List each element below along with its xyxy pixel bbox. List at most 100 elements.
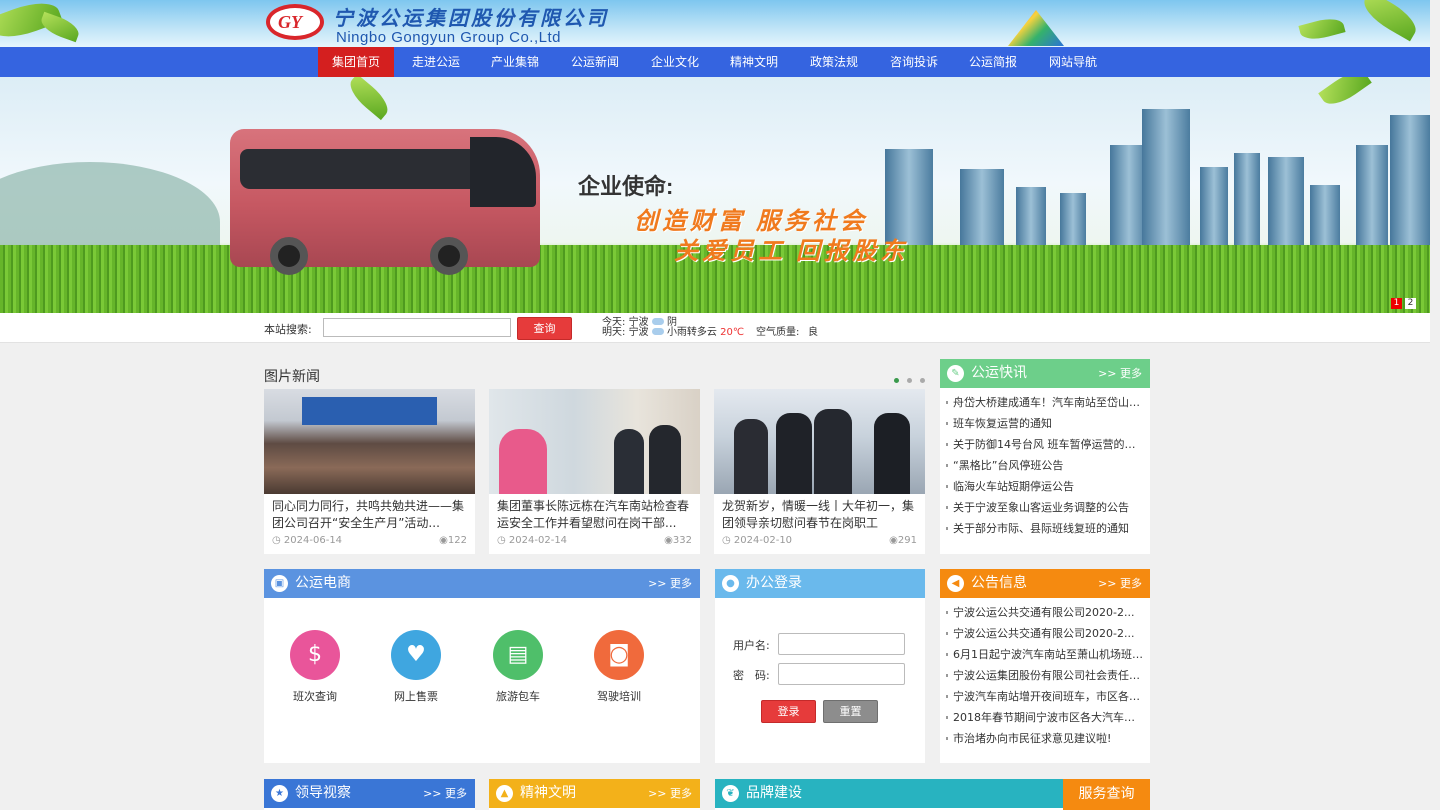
spirit-header: ▲ 精神文明 >> 更多	[489, 779, 700, 808]
weather-tomorrow-label: 明天:	[602, 327, 626, 338]
online-ticket-button[interactable]: ♥ 网上售票	[381, 630, 451, 704]
news-photo-meeting[interactable]	[264, 389, 475, 494]
photo-news-card[interactable]: 同心同力同行，共鸣共勉共进——集团公司召开“安全生产月”活动... ◷ 2024…	[264, 389, 475, 554]
notice-title: 公告信息	[971, 575, 1027, 591]
leaf-icon: ❦	[722, 785, 739, 802]
more-link[interactable]: >> 更多	[423, 779, 467, 808]
air-quality-value: 良	[808, 327, 818, 338]
brand-panel: ❦ 品牌建设	[715, 779, 1063, 810]
list-item[interactable]: 班车恢复运营的通知	[946, 413, 1144, 434]
list-item[interactable]: 关于部分市际、县际班线复班的通知	[946, 518, 1144, 539]
username-label: 用户名:	[733, 639, 770, 652]
list-item[interactable]: 关于宁波至象山客运业务调整的公告	[946, 497, 1144, 518]
list-item[interactable]: 宁波公运公共交通有限公司2020-2...	[946, 602, 1144, 623]
search-label: 本站搜索:	[264, 323, 312, 336]
schedule-query-button[interactable]: $ 班次查询	[280, 630, 350, 704]
thumbs-up-icon: ▲	[496, 785, 513, 802]
search-bar: 本站搜索: 查询 今天: 宁波 阴 明天: 宁波 小雨转多云 20℃ 空气质量:…	[0, 313, 1430, 343]
more-link[interactable]: >> 更多	[648, 779, 692, 808]
ticket-heart-icon: ♥	[391, 630, 441, 680]
list-item[interactable]: 舟岱大桥建成通车！汽车南站至岱山客...	[946, 392, 1144, 413]
service-label: 驾驶培训	[597, 690, 641, 703]
hero-banner[interactable]: 企业使命: 创造财富 服务社会 关爱员工 回报股东 1 2	[0, 77, 1430, 313]
tour-charter-button[interactable]: ▤ 旅游包车	[483, 630, 553, 704]
ecommerce-title: 公运电商	[295, 575, 351, 591]
weather-tomorrow-city: 宁波	[628, 327, 649, 338]
nav-item-sitemap[interactable]: 网站导航	[1035, 47, 1111, 77]
nav-item-culture[interactable]: 企业文化	[637, 47, 713, 77]
weather-tomorrow-temp: 20℃	[720, 327, 745, 338]
spirit-panel: ▲ 精神文明 >> 更多	[489, 779, 700, 810]
password-field[interactable]	[778, 663, 905, 685]
news-caption[interactable]: 龙贺新岁，情暖一线丨大年初一，集团领导亲切慰问春节在岗职工	[722, 498, 920, 532]
photo-news-card[interactable]: 龙贺新岁，情暖一线丨大年初一，集团领导亲切慰问春节在岗职工 ◷ 2024-02-…	[714, 389, 925, 554]
news-date-text: 2024-06-14	[283, 535, 343, 546]
company-name-en: Ningbo Gongyun Group Co.,Ltd	[336, 29, 561, 46]
eye-icon: ◉	[664, 535, 673, 546]
rain-icon	[651, 328, 664, 335]
news-caption[interactable]: 集团董事长陈远栋在汽车南站检查春运安全工作并看望慰问在岗干部...	[497, 498, 695, 532]
gongyun-news-title: 公运快讯	[971, 365, 1027, 381]
office-login-title: 办公登录	[746, 575, 802, 591]
search-input[interactable]	[323, 318, 511, 337]
leaf-decoration	[1298, 14, 1346, 44]
list-item[interactable]: 6月1日起宁波汽车南站至萧山机场班车...	[946, 644, 1144, 665]
clock-icon: ◷	[497, 535, 506, 546]
slide-dot-2[interactable]: 2	[1405, 298, 1416, 309]
gongyun-news-panel: ✎ 公运快讯 >> 更多 舟岱大桥建成通车！汽车南站至岱山客... 班车恢复运营…	[940, 359, 1150, 554]
nav-item-briefing[interactable]: 公运简报	[955, 47, 1031, 77]
nav-item-policy[interactable]: 政策法规	[796, 47, 872, 77]
news-caption[interactable]: 同心同力同行，共鸣共勉共进——集团公司召开“安全生产月”活动...	[272, 498, 470, 532]
photo-news-pager[interactable]	[894, 372, 933, 386]
bus-icon: ▣	[271, 575, 288, 592]
list-item[interactable]: 宁波公运公共交通有限公司2020-2...	[946, 623, 1144, 644]
service-query-title[interactable]: 服务查询	[1063, 779, 1150, 810]
company-logo[interactable]: GY	[266, 4, 324, 40]
main-nav: 集团首页 走进公运 产业集锦 公运新闻 企业文化 精神文明 政策法规 咨询投诉 …	[0, 47, 1430, 77]
username-field[interactable]	[778, 633, 905, 655]
news-photo-station[interactable]	[489, 389, 700, 494]
photo-news-card[interactable]: 集团董事长陈远栋在汽车南站检查春运安全工作并看望慰问在岗干部... ◷ 2024…	[489, 389, 700, 554]
list-item[interactable]: “黑格比”台风停班公告	[946, 455, 1144, 476]
news-views-count: 332	[672, 535, 692, 546]
nav-item-news[interactable]: 公运新闻	[557, 47, 633, 77]
eye-icon: ◉	[439, 535, 448, 546]
nav-item-home[interactable]: 集团首页	[318, 47, 394, 77]
weather-tomorrow-desc: 小雨转多云	[666, 327, 717, 338]
login-button[interactable]: 登录	[761, 700, 816, 723]
more-link[interactable]: >> 更多	[648, 569, 692, 598]
ecommerce-header: ▣ 公运电商 >> 更多	[264, 569, 700, 598]
news-list: 舟岱大桥建成通车！汽车南站至岱山客... 班车恢复运营的通知 关于防御14号台风…	[940, 388, 1150, 539]
driving-training-button[interactable]: ◙ 驾驶培训	[584, 630, 654, 704]
list-item[interactable]: 市治堵办向市民征求意见建议啦!	[946, 728, 1144, 749]
nav-item-complaint[interactable]: 咨询投诉	[876, 47, 952, 77]
more-link[interactable]: >> 更多	[1098, 569, 1142, 598]
slide-dot-1[interactable]: 1	[1391, 298, 1402, 309]
nav-item-spirit[interactable]: 精神文明	[716, 47, 792, 77]
service-query-panel[interactable]: 服务查询	[1063, 779, 1150, 810]
notice-header: ◀ 公告信息 >> 更多	[940, 569, 1150, 598]
search-button[interactable]: 查询	[517, 317, 572, 340]
reset-button[interactable]: 重置	[823, 700, 878, 723]
list-item[interactable]: 宁波公运集团股份有限公司社会责任报...	[946, 665, 1144, 686]
site-header: GY 宁波公运集团股份有限公司 Ningbo Gongyun Group Co.…	[0, 0, 1430, 47]
list-item[interactable]: 宁波汽车南站增开夜间班车，市区各客...	[946, 686, 1144, 707]
eye-icon: ◉	[889, 535, 898, 546]
list-item[interactable]: 2018年春节期间宁波市区各大汽车站...	[946, 707, 1144, 728]
news-date: ◷ 2024-06-14	[272, 535, 342, 546]
spirit-title: 精神文明	[520, 785, 576, 801]
news-views: ◉122	[439, 535, 467, 546]
list-item[interactable]: 临海火车站短期停运公告	[946, 476, 1144, 497]
star-icon: ★	[271, 785, 288, 802]
nav-item-industry[interactable]: 产业集锦	[477, 47, 553, 77]
list-item[interactable]: 关于防御14号台风 班车暂停运营的公...	[946, 434, 1144, 455]
more-link[interactable]: >> 更多	[1098, 359, 1142, 388]
news-date: ◷ 2024-02-10	[722, 535, 792, 546]
leaf-decoration	[1358, 0, 1422, 42]
news-photo-visit[interactable]	[714, 389, 925, 494]
news-views-count: 122	[447, 535, 467, 546]
search-money-icon: $	[290, 630, 340, 680]
nav-item-about[interactable]: 走进公运	[398, 47, 474, 77]
bus-image	[230, 129, 540, 275]
leader-visit-title: 领导视察	[295, 785, 351, 801]
